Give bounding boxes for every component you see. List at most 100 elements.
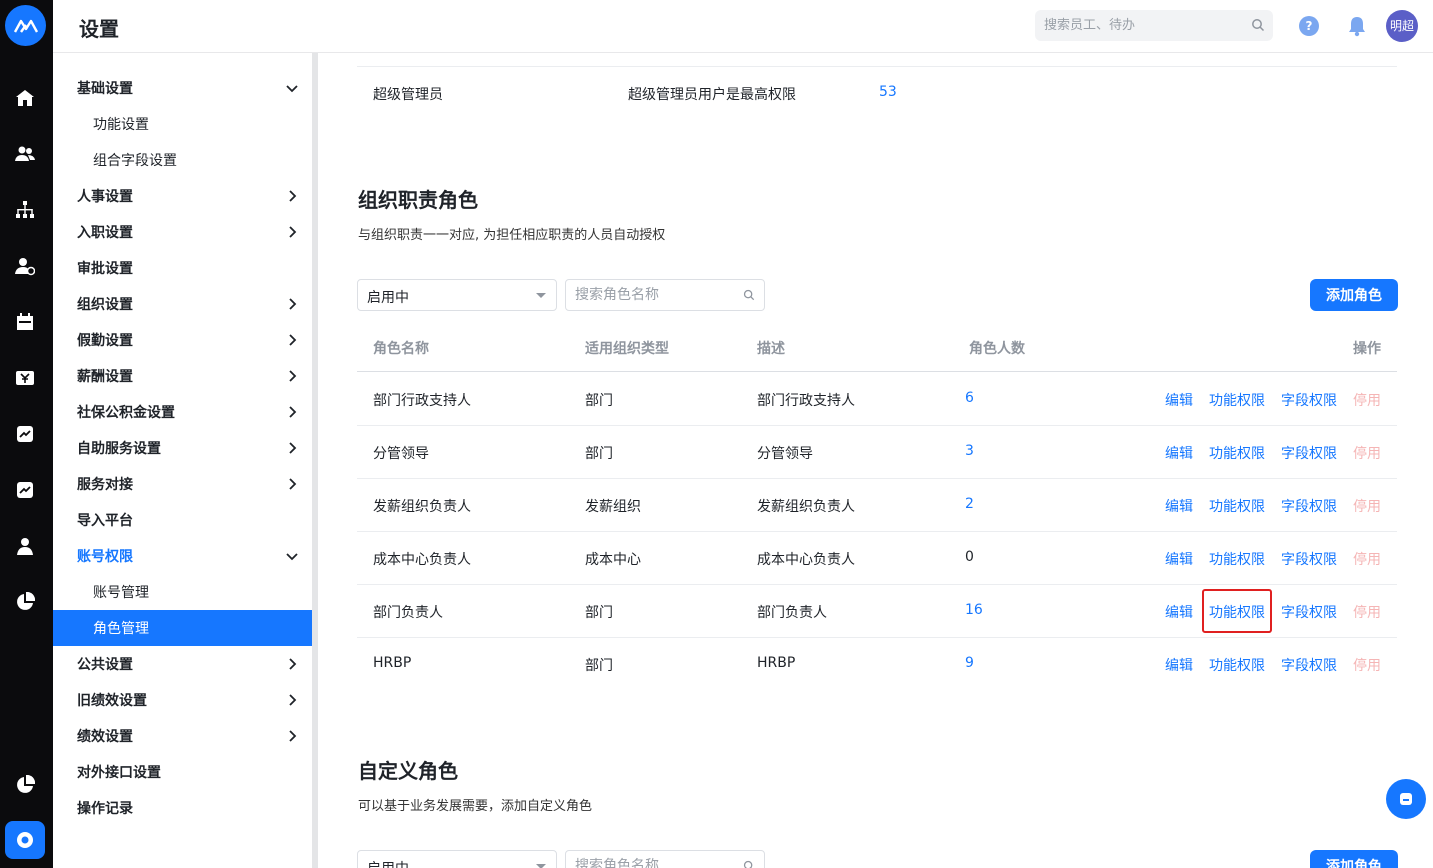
sidebar-item-import[interactable]: 导入平台: [53, 502, 312, 538]
org-section-description: 与组织职责一一对应, 为担任相应职责的人员自动授权: [358, 228, 666, 243]
person-icon[interactable]: [13, 534, 37, 558]
sidebar-item-account-permission[interactable]: 账号权限: [53, 538, 312, 574]
report-icon[interactable]: [13, 422, 37, 446]
sidebar-item-performance[interactable]: 绩效设置: [53, 718, 312, 754]
divider: [357, 371, 1397, 372]
help-icon[interactable]: ?: [1299, 16, 1319, 36]
sidebar-item-basic[interactable]: 基础设置: [53, 70, 312, 106]
page-title: 设置: [79, 17, 119, 41]
sidebar-item-old-performance[interactable]: 旧绩效设置: [53, 682, 312, 718]
caret-down-icon: [536, 864, 546, 868]
function-permission-link[interactable]: 功能权限: [1209, 549, 1265, 569]
disable-link[interactable]: 停用: [1353, 549, 1381, 569]
disable-link[interactable]: 停用: [1353, 655, 1381, 675]
chevron-down-icon: [286, 553, 298, 561]
pie-chart-icon[interactable]: [13, 590, 37, 614]
column-header: 适用组织类型: [585, 341, 669, 357]
sidebar-item-role-manage[interactable]: 角色管理: [53, 610, 312, 646]
role-count[interactable]: 6: [965, 390, 974, 406]
sidebar-item-combo-field[interactable]: 组合字段设置: [53, 142, 312, 178]
app-logo-icon[interactable]: [5, 5, 46, 46]
global-search[interactable]: [1035, 10, 1273, 41]
add-role-button[interactable]: 添加角色: [1310, 279, 1398, 311]
role-search-input[interactable]: [566, 280, 736, 310]
avatar[interactable]: 明超: [1386, 10, 1418, 42]
user-add-icon[interactable]: [13, 254, 37, 278]
edit-link[interactable]: 编辑: [1165, 390, 1193, 410]
sidebar-item-integration[interactable]: 服务对接: [53, 466, 312, 502]
pie-chart-icon-2[interactable]: [13, 773, 37, 797]
custom-section-title: 自定义角色: [358, 759, 458, 783]
edit-link[interactable]: 编辑: [1165, 496, 1193, 516]
caret-down-icon: [536, 293, 546, 298]
field-permission-link[interactable]: 字段权限: [1281, 655, 1337, 675]
sidebar-item-org[interactable]: 组织设置: [53, 286, 312, 322]
role-count[interactable]: 2: [965, 496, 974, 512]
sidebar-item-payroll[interactable]: 薪酬设置: [53, 358, 312, 394]
sidebar-item-operation-log[interactable]: 操作记录: [53, 790, 312, 826]
sidebar-item-attendance[interactable]: 假勤设置: [53, 322, 312, 358]
column-header: 角色名称: [373, 341, 429, 357]
disable-link[interactable]: 停用: [1353, 496, 1381, 516]
analytics-icon[interactable]: [13, 478, 37, 502]
sidebar-item-hr[interactable]: 人事设置: [53, 178, 312, 214]
function-permission-link[interactable]: 功能权限: [1209, 655, 1265, 675]
column-header: 操作: [1353, 341, 1381, 357]
disable-link[interactable]: 停用: [1353, 443, 1381, 463]
calendar-icon[interactable]: [13, 310, 37, 334]
field-permission-link[interactable]: 字段权限: [1281, 602, 1337, 622]
column-header: 描述: [757, 341, 785, 357]
global-search-input[interactable]: [1035, 10, 1235, 41]
role-count[interactable]: 3: [965, 443, 974, 459]
divider: [357, 66, 1397, 67]
settings-icon[interactable]: [5, 821, 45, 859]
field-permission-link[interactable]: 字段权限: [1281, 390, 1337, 410]
role-count[interactable]: 9: [965, 655, 974, 671]
super-admin-desc: 超级管理员用户是最高权限: [628, 87, 796, 103]
sidebar-item-account-manage[interactable]: 账号管理: [53, 574, 312, 610]
sidebar-item-function[interactable]: 功能设置: [53, 106, 312, 142]
field-permission-link[interactable]: 字段权限: [1281, 496, 1337, 516]
disable-link[interactable]: 停用: [1353, 602, 1381, 622]
function-permission-link[interactable]: 功能权限: [1209, 496, 1265, 516]
chevron-down-icon: [286, 85, 298, 93]
sidebar-item-self-service[interactable]: 自助服务设置: [53, 430, 312, 466]
divider: [357, 478, 1397, 479]
function-permission-link[interactable]: 功能权限: [1209, 602, 1265, 622]
custom-add-role-button[interactable]: 添加角色: [1310, 850, 1398, 868]
divider: [357, 637, 1397, 638]
sidebar-item-onboarding[interactable]: 入职设置: [53, 214, 312, 250]
super-admin-name: 超级管理员: [373, 87, 443, 103]
app-rail: [0, 0, 53, 868]
sidebar-item-approval[interactable]: 审批设置: [53, 250, 312, 286]
custom-role-search-input[interactable]: [566, 851, 736, 868]
custom-status-select[interactable]: 启用中: [357, 850, 557, 868]
sidebar-item-social-insurance[interactable]: 社保公积金设置: [53, 394, 312, 430]
function-permission-link[interactable]: 功能权限: [1209, 443, 1265, 463]
function-permission-link[interactable]: 功能权限: [1209, 390, 1265, 410]
chevron-right-icon: [289, 370, 297, 382]
salary-icon[interactable]: [13, 366, 37, 390]
people-icon[interactable]: [13, 142, 37, 166]
chevron-right-icon: [289, 298, 297, 310]
role-search[interactable]: [565, 279, 765, 311]
field-permission-link[interactable]: 字段权限: [1281, 443, 1337, 463]
sidebar-item-public[interactable]: 公共设置: [53, 646, 312, 682]
custom-role-search[interactable]: [565, 850, 765, 868]
edit-link[interactable]: 编辑: [1165, 655, 1193, 675]
field-permission-link[interactable]: 字段权限: [1281, 549, 1337, 569]
chevron-right-icon: [289, 190, 297, 202]
org-chart-icon[interactable]: [13, 198, 37, 222]
role-count[interactable]: 16: [965, 602, 983, 618]
sidebar-item-external-api[interactable]: 对外接口设置: [53, 754, 312, 790]
edit-link[interactable]: 编辑: [1165, 549, 1193, 569]
disable-link[interactable]: 停用: [1353, 390, 1381, 410]
edit-link[interactable]: 编辑: [1165, 602, 1193, 622]
super-admin-count[interactable]: 53: [879, 84, 897, 100]
chat-fab-icon[interactable]: [1386, 779, 1426, 819]
home-icon[interactable]: [13, 86, 37, 110]
bell-icon[interactable]: [1347, 15, 1367, 41]
status-select[interactable]: 启用中: [357, 279, 557, 311]
edit-link[interactable]: 编辑: [1165, 443, 1193, 463]
custom-section-description: 可以基于业务发展需要，添加自定义角色: [358, 799, 593, 814]
